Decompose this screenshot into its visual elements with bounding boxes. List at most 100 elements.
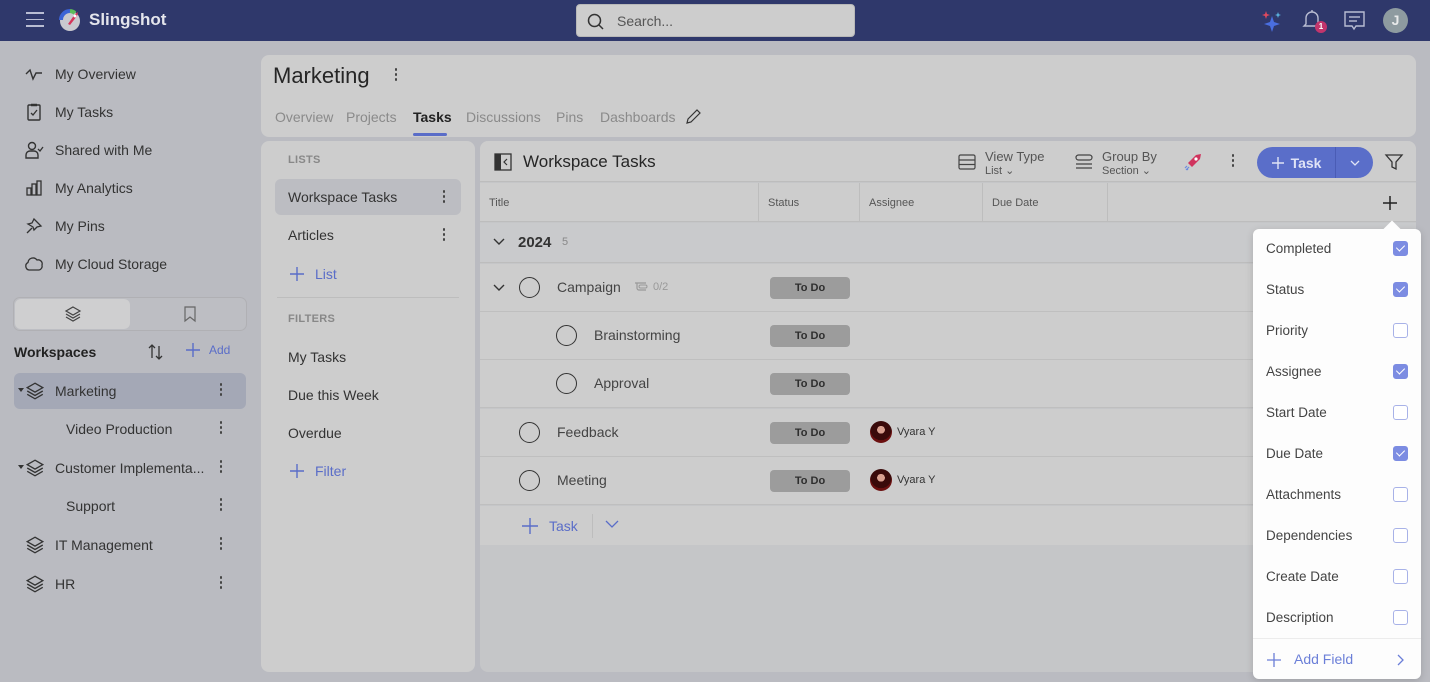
status-badge[interactable]: To Do xyxy=(770,373,850,395)
field-option-completed[interactable]: Completed xyxy=(1253,229,1421,270)
complete-task-checkbox[interactable] xyxy=(519,422,540,443)
status-badge[interactable]: To Do xyxy=(770,325,850,347)
field-option-dependencies[interactable]: Dependencies xyxy=(1253,516,1421,557)
filter-item-my-tasks[interactable]: My Tasks xyxy=(288,349,346,365)
tab-dashboards[interactable]: Dashboards xyxy=(600,109,676,125)
notifications-button[interactable]: 1 xyxy=(1301,8,1327,34)
nav-my-cloud-storage[interactable]: My Cloud Storage xyxy=(24,252,167,276)
list-item-workspace-tasks[interactable]: Workspace Tasks xyxy=(275,179,461,215)
add-column-button[interactable] xyxy=(1375,188,1405,218)
user-avatar[interactable]: J xyxy=(1383,8,1408,33)
sort-icon[interactable] xyxy=(146,342,166,362)
workspace-item-video-production[interactable]: Video Production xyxy=(14,411,246,447)
workspace-item-marketing[interactable]: Marketing xyxy=(14,373,246,409)
new-task-dropdown[interactable] xyxy=(1336,147,1373,178)
group-by-dropdown[interactable]: Group By Section ⌄ xyxy=(1075,148,1165,177)
more-options-icon[interactable] xyxy=(442,228,446,242)
add-workspace-button[interactable]: Add xyxy=(185,342,230,358)
workspace-options-icon[interactable] xyxy=(394,68,398,84)
task-title[interactable]: Feedback xyxy=(557,424,618,440)
tab-tasks[interactable]: Tasks xyxy=(413,109,452,125)
field-option-priority[interactable]: Priority xyxy=(1253,311,1421,352)
task-title[interactable]: Brainstorming xyxy=(594,327,680,343)
more-options-icon[interactable] xyxy=(442,190,446,204)
collapse-panel-icon[interactable] xyxy=(494,153,512,171)
field-checkbox[interactable] xyxy=(1393,569,1408,584)
complete-task-checkbox[interactable] xyxy=(519,277,540,298)
more-options-icon[interactable] xyxy=(219,576,223,592)
chevron-down-icon[interactable] xyxy=(492,237,506,247)
field-option-description[interactable]: Description xyxy=(1253,598,1421,639)
field-checkbox[interactable] xyxy=(1393,405,1408,420)
field-option-status[interactable]: Status xyxy=(1253,270,1421,311)
field-checkbox[interactable] xyxy=(1393,241,1408,256)
chevron-down-icon[interactable] xyxy=(492,283,506,293)
tab-overview[interactable]: Overview xyxy=(275,109,333,125)
workspace-item-hr[interactable]: HR xyxy=(14,566,246,602)
status-badge[interactable]: To Do xyxy=(770,422,850,444)
nav-my-analytics[interactable]: My Analytics xyxy=(24,176,133,200)
workspace-item-support[interactable]: Support xyxy=(14,488,246,524)
nav-my-pins[interactable]: My Pins xyxy=(24,214,105,238)
nav-my-tasks[interactable]: My Tasks xyxy=(24,100,113,124)
complete-task-checkbox[interactable] xyxy=(556,325,577,346)
task-title[interactable]: Meeting xyxy=(557,472,607,488)
tab-discussions[interactable]: Discussions xyxy=(466,109,541,125)
list-item-articles[interactable]: Articles xyxy=(275,217,461,253)
assignee[interactable]: Vyara Y xyxy=(870,421,936,443)
column-header-due-date[interactable]: Due Date xyxy=(983,183,1108,222)
workspace-item-customer-implementation[interactable]: Customer Implementa... xyxy=(14,450,246,486)
field-checkbox[interactable] xyxy=(1393,364,1408,379)
menu-icon[interactable] xyxy=(26,12,44,28)
field-option-due-date[interactable]: Due Date xyxy=(1253,434,1421,475)
add-task-button[interactable]: Task xyxy=(521,517,578,535)
more-options-icon[interactable] xyxy=(219,498,223,514)
filter-icon[interactable] xyxy=(1384,152,1404,172)
more-options-icon[interactable] xyxy=(219,383,223,399)
column-header-assignee[interactable]: Assignee xyxy=(860,183,983,222)
filter-item-due-this-week[interactable]: Due this Week xyxy=(288,387,379,403)
search-input[interactable] xyxy=(617,12,837,30)
field-option-start-date[interactable]: Start Date xyxy=(1253,393,1421,434)
complete-task-checkbox[interactable] xyxy=(519,470,540,491)
nav-my-overview[interactable]: My Overview xyxy=(24,62,136,86)
chevron-down-icon[interactable] xyxy=(604,519,620,529)
more-options-icon[interactable] xyxy=(219,460,223,476)
more-options-icon[interactable] xyxy=(219,537,223,553)
more-options-icon[interactable] xyxy=(219,421,223,437)
field-option-assignee[interactable]: Assignee xyxy=(1253,352,1421,393)
complete-task-checkbox[interactable] xyxy=(556,373,577,394)
rocket-icon[interactable] xyxy=(1182,151,1204,173)
column-header-title[interactable]: Title xyxy=(480,183,759,222)
field-checkbox[interactable] xyxy=(1393,282,1408,297)
new-task-button[interactable]: Task xyxy=(1257,147,1335,178)
messages-icon[interactable] xyxy=(1342,8,1368,34)
field-option-attachments[interactable]: Attachments xyxy=(1253,475,1421,516)
add-filter-button[interactable]: Filter xyxy=(289,463,346,479)
status-badge[interactable]: To Do xyxy=(770,470,850,492)
search-bar[interactable] xyxy=(576,4,855,37)
add-field-button[interactable]: Add Field xyxy=(1253,638,1421,679)
tab-projects[interactable]: Projects xyxy=(346,109,397,125)
task-title[interactable]: Approval xyxy=(594,375,649,391)
expand-caret-icon[interactable] xyxy=(18,388,24,392)
field-checkbox[interactable] xyxy=(1393,446,1408,461)
field-checkbox[interactable] xyxy=(1393,528,1408,543)
assignee[interactable]: Vyara Y xyxy=(870,469,936,491)
field-checkbox[interactable] xyxy=(1393,487,1408,502)
workspaces-view-tab[interactable] xyxy=(15,299,130,329)
view-type-dropdown[interactable]: View Type List ⌄ xyxy=(958,148,1048,177)
field-checkbox[interactable] xyxy=(1393,323,1408,338)
column-header-status[interactable]: Status xyxy=(759,183,860,222)
filter-item-overdue[interactable]: Overdue xyxy=(288,425,342,441)
more-options-icon[interactable] xyxy=(1231,154,1235,170)
bookmarks-view-tab[interactable] xyxy=(132,299,247,329)
add-list-button[interactable]: List xyxy=(289,266,337,282)
field-checkbox[interactable] xyxy=(1393,610,1408,625)
field-option-create-date[interactable]: Create Date xyxy=(1253,557,1421,598)
task-title[interactable]: Campaign xyxy=(557,279,621,295)
ai-sparkle-icon[interactable] xyxy=(1259,8,1285,34)
workspace-item-it-management[interactable]: IT Management xyxy=(14,527,246,563)
status-badge[interactable]: To Do xyxy=(770,277,850,299)
nav-shared-with-me[interactable]: Shared with Me xyxy=(24,138,152,162)
